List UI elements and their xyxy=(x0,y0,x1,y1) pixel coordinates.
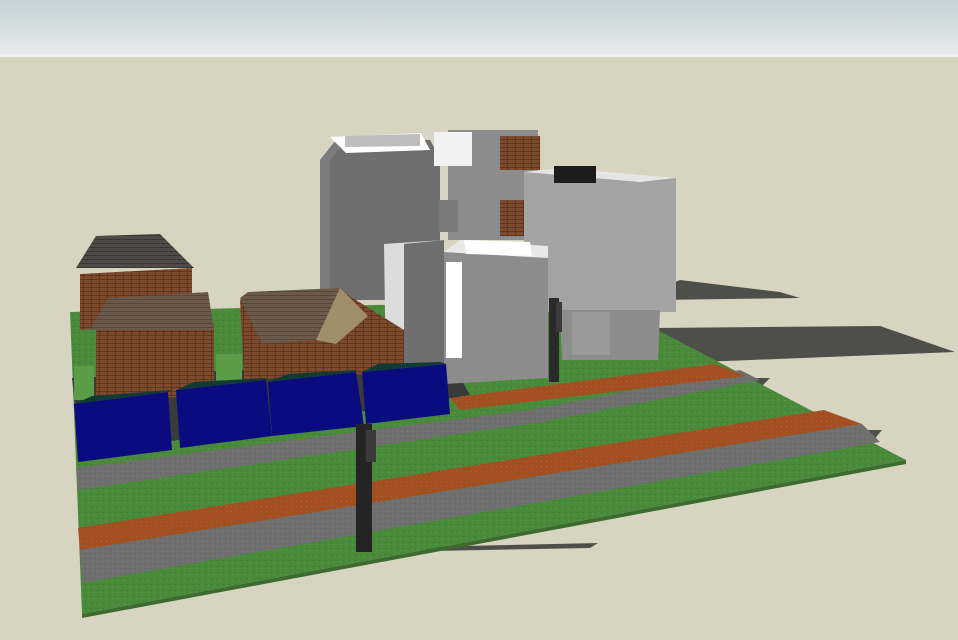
model-scene[interactable] xyxy=(0,0,958,640)
3d-viewport[interactable] xyxy=(0,0,958,640)
office-block-front[interactable] xyxy=(384,240,548,384)
